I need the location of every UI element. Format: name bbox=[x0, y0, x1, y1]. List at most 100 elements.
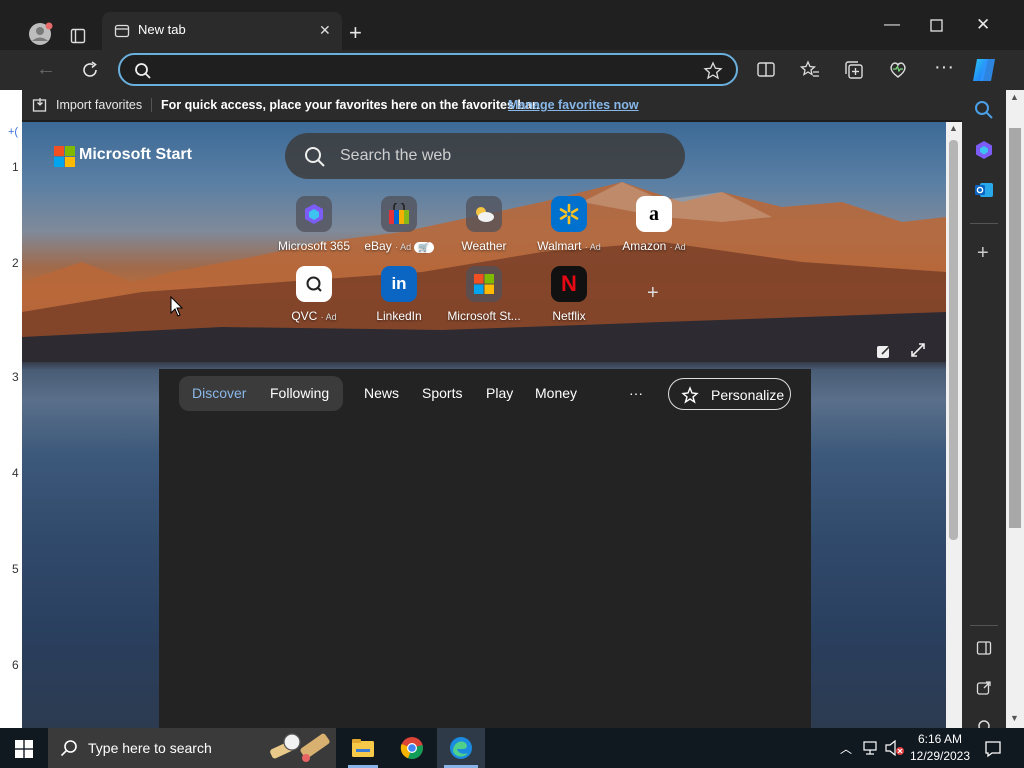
tile-microsoft-365[interactable]: Microsoft 365 bbox=[269, 196, 359, 253]
tile-netflix[interactable]: N Netflix bbox=[524, 266, 614, 323]
line-number: 4 bbox=[12, 466, 19, 480]
import-favorites-button[interactable]: Import favorites bbox=[56, 98, 142, 112]
favbar-divider bbox=[151, 98, 152, 112]
mouse-cursor-icon bbox=[170, 296, 184, 317]
taskbar-search-box[interactable]: Type here to search bbox=[48, 728, 336, 768]
feed-more-menu[interactable]: ··· bbox=[629, 385, 643, 401]
address-bar[interactable] bbox=[118, 53, 738, 86]
new-tab-plus-icon[interactable]: + bbox=[349, 20, 362, 46]
address-search-icon bbox=[135, 63, 151, 79]
web-search-icon bbox=[305, 147, 325, 167]
settings-more-icon[interactable]: ··· bbox=[934, 56, 954, 79]
copilot-icon[interactable] bbox=[970, 56, 998, 84]
hide-sidebar-icon[interactable] bbox=[976, 640, 992, 656]
collections-icon[interactable] bbox=[844, 60, 864, 80]
tile-label: Weather bbox=[461, 239, 507, 253]
tile-microsoft-store[interactable]: Microsoft St... bbox=[439, 266, 529, 323]
page-settings-edit-icon[interactable] bbox=[876, 343, 892, 359]
feed-panel bbox=[159, 369, 811, 728]
window-close-icon[interactable]: ✕ bbox=[976, 15, 990, 35]
tile-label: Amazon bbox=[622, 239, 667, 253]
tab-news[interactable]: News bbox=[364, 385, 399, 401]
taskbar-search-placeholder: Type here to search bbox=[88, 740, 212, 756]
sidebar-add-icon[interactable]: + bbox=[977, 242, 989, 265]
tile-label: Walmart bbox=[537, 239, 582, 253]
favorites-bar: Import favorites For quick access, place… bbox=[0, 90, 1024, 120]
sparkle-star-icon bbox=[681, 386, 699, 404]
favorite-star-icon[interactable] bbox=[703, 61, 723, 81]
weather-icon bbox=[476, 207, 494, 222]
file-explorer-icon[interactable] bbox=[351, 737, 375, 759]
tab-money[interactable]: Money bbox=[535, 385, 577, 401]
search-highlight-icon bbox=[270, 733, 330, 762]
favorites-icon[interactable] bbox=[800, 60, 820, 80]
outer-scroll-up-icon[interactable]: ▲ bbox=[1010, 92, 1019, 102]
clock-date: 12/29/2023 bbox=[909, 749, 971, 763]
web-search-placeholder: Search the web bbox=[340, 147, 452, 164]
favorites-hint: For quick access, place your favorites h… bbox=[161, 98, 540, 112]
tile-label: eBay bbox=[364, 239, 392, 253]
tab-sports[interactable]: Sports bbox=[422, 385, 462, 401]
profile-avatar-icon[interactable] bbox=[28, 22, 54, 48]
tile-walmart[interactable]: Walmart · Ad bbox=[524, 196, 614, 253]
chrome-icon[interactable] bbox=[400, 736, 424, 760]
mountain-landscape bbox=[22, 182, 946, 362]
tile-linkedin[interactable]: in LinkedIn bbox=[354, 266, 444, 323]
maximize-icon[interactable] bbox=[930, 19, 944, 33]
refresh-icon[interactable] bbox=[80, 60, 100, 80]
tile-label: QVC bbox=[291, 309, 318, 323]
cart-icon: 🛒 bbox=[414, 242, 434, 253]
sidebar-microsoft-365-icon[interactable] bbox=[974, 140, 994, 160]
tab-following[interactable]: Following bbox=[270, 385, 329, 401]
edge-browser-icon[interactable] bbox=[449, 736, 473, 760]
windows-start-icon[interactable] bbox=[15, 740, 33, 758]
line-number: 5 bbox=[12, 562, 19, 576]
amazon-icon: a bbox=[649, 202, 659, 225]
tile-amazon[interactable]: a Amazon · Ad bbox=[609, 196, 699, 253]
tile-ebay[interactable]: eBay · Ad 🛒 bbox=[354, 196, 444, 253]
fullscreen-expand-icon[interactable] bbox=[910, 342, 926, 358]
tab-title: New tab bbox=[138, 22, 186, 37]
tile-weather[interactable]: Weather bbox=[439, 196, 529, 253]
tile-ad-badge: · Ad bbox=[669, 242, 686, 252]
manage-favorites-link[interactable]: Manage favorites now bbox=[508, 98, 639, 112]
outer-scroll-down-icon[interactable]: ▼ bbox=[1010, 713, 1019, 723]
line-number: 1 bbox=[12, 160, 19, 174]
tab-new-tab[interactable]: New tab ✕ bbox=[102, 12, 342, 50]
open-external-icon[interactable] bbox=[976, 680, 992, 696]
sidebar-outlook-icon[interactable] bbox=[974, 180, 994, 200]
back-arrow-icon[interactable]: ← bbox=[36, 58, 56, 81]
tile-label: Microsoft St... bbox=[447, 309, 521, 323]
line-number: 6 bbox=[12, 658, 19, 672]
personalize-button[interactable]: Personalize bbox=[668, 378, 791, 410]
add-shortcut-plus-icon[interactable]: + bbox=[647, 282, 659, 305]
import-favorites-icon bbox=[32, 98, 47, 112]
page-scrollbar-thumb[interactable] bbox=[949, 140, 958, 540]
close-tab-icon[interactable]: ✕ bbox=[319, 22, 331, 39]
title-bar: New tab ✕ + — ✕ bbox=[0, 0, 1024, 50]
tab-discover[interactable]: Discover bbox=[192, 385, 246, 401]
edge-plus: +( bbox=[8, 126, 19, 138]
show-hidden-icons-chevron-icon[interactable]: ︿ bbox=[840, 740, 852, 757]
web-search-box[interactable]: Search the web bbox=[285, 133, 685, 179]
outer-scrollbar-thumb[interactable] bbox=[1009, 128, 1021, 528]
minimize-icon[interactable]: — bbox=[884, 16, 900, 34]
split-screen-icon[interactable] bbox=[756, 60, 776, 80]
sidebar-settings-gear-icon[interactable] bbox=[976, 718, 992, 728]
address-input[interactable] bbox=[156, 60, 696, 80]
notifications-icon[interactable] bbox=[984, 740, 1002, 758]
sidebar-search-icon[interactable] bbox=[974, 100, 994, 120]
walmart-icon bbox=[559, 203, 579, 225]
scroll-up-arrow-icon[interactable]: ▲ bbox=[949, 123, 958, 133]
tab-actions-icon[interactable] bbox=[70, 28, 86, 44]
tile-qvc[interactable]: QVC · Ad bbox=[269, 266, 359, 323]
system-clock[interactable]: 6:16 AM 12/29/2023 bbox=[900, 731, 980, 765]
browser-essentials-icon[interactable] bbox=[888, 60, 908, 80]
taskbar-search-icon bbox=[60, 740, 77, 757]
network-icon[interactable] bbox=[863, 741, 881, 755]
personalize-label: Personalize bbox=[711, 387, 785, 403]
microsoft-start-brand[interactable]: Microsoft Start bbox=[79, 146, 192, 164]
tab-play[interactable]: Play bbox=[486, 385, 513, 401]
new-tab-page-icon bbox=[114, 24, 130, 38]
edge-sidebar: + bbox=[962, 90, 1006, 728]
